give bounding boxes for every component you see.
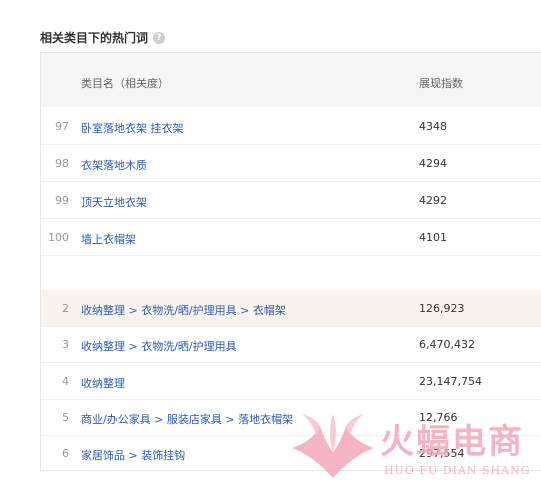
- row-value: 4101: [419, 231, 447, 244]
- row-value: 4348: [419, 120, 447, 133]
- help-icon[interactable]: ?: [153, 31, 166, 44]
- row-value: 4292: [419, 194, 447, 207]
- row-value: 4294: [419, 157, 447, 170]
- row-rank: 4: [62, 375, 69, 388]
- row-value: 126,923: [419, 302, 465, 315]
- row-rank: 100: [48, 231, 69, 244]
- row-keyword-link[interactable]: 墙上衣帽架: [81, 231, 136, 247]
- row-category-link[interactable]: 收纳整理: [81, 375, 125, 391]
- table-row: 3 收纳整理 > 衣物洗/晒/护理用具 6,470,432: [41, 326, 541, 363]
- section-title: 相关类目下的热门词 ?: [40, 29, 166, 46]
- row-keyword-link[interactable]: 衣架落地木质: [81, 157, 147, 173]
- empty-row: [41, 256, 541, 293]
- row-category-link[interactable]: 收纳整理 > 衣物洗/晒/护理用具: [81, 338, 237, 354]
- row-rank: 3: [62, 338, 69, 351]
- row-rank: 98: [55, 157, 69, 170]
- bat-logo-icon: [292, 414, 374, 478]
- row-value: 6,470,432: [419, 338, 475, 351]
- section-title-text: 相关类目下的热门词: [40, 31, 149, 45]
- row-keyword-link[interactable]: 卧室落地衣架 挂衣架: [81, 120, 184, 136]
- row-rank: 6: [62, 447, 69, 460]
- table-row: 98 衣架落地木质 4294: [41, 145, 541, 182]
- row-category-link[interactable]: 商业/办公家具 > 服装店家具 > 落地衣帽架: [81, 411, 293, 427]
- row-rank: 5: [62, 411, 69, 424]
- row-keyword-link[interactable]: 顶天立地衣架: [81, 194, 147, 210]
- column-header-value[interactable]: 展现指数: [419, 75, 463, 91]
- row-category-link[interactable]: 家居饰品 > 装饰挂钩: [81, 447, 185, 463]
- row-rank: 97: [55, 120, 69, 133]
- row-rank: 99: [55, 194, 69, 207]
- table-row: 97 卧室落地衣架 挂衣架 4348: [41, 108, 541, 145]
- row-rank: 2: [62, 302, 69, 315]
- table-row: 99 顶天立地衣架 4292: [41, 182, 541, 219]
- row-value: 23,147,754: [419, 375, 482, 388]
- column-header-category[interactable]: 类目名（相关度）: [81, 75, 169, 91]
- row-category-link[interactable]: 收纳整理 > 衣物洗/晒/护理用具 > 衣帽架: [81, 302, 286, 318]
- table-header: 类目名（相关度） 展现指数: [41, 53, 541, 107]
- watermark-subtitle: HUO FU DIAN SHANG: [384, 464, 531, 477]
- brand-watermark: 火蝠电商 HUO FU DIAN SHANG: [290, 408, 530, 484]
- watermark-brand: 火蝠电商: [380, 422, 524, 462]
- table-row: 100 墙上衣帽架 4101: [41, 219, 541, 256]
- table-row: 4 收纳整理 23,147,754: [41, 363, 541, 400]
- table-row-highlighted: 2 收纳整理 > 衣物洗/晒/护理用具 > 衣帽架 126,923: [41, 290, 541, 327]
